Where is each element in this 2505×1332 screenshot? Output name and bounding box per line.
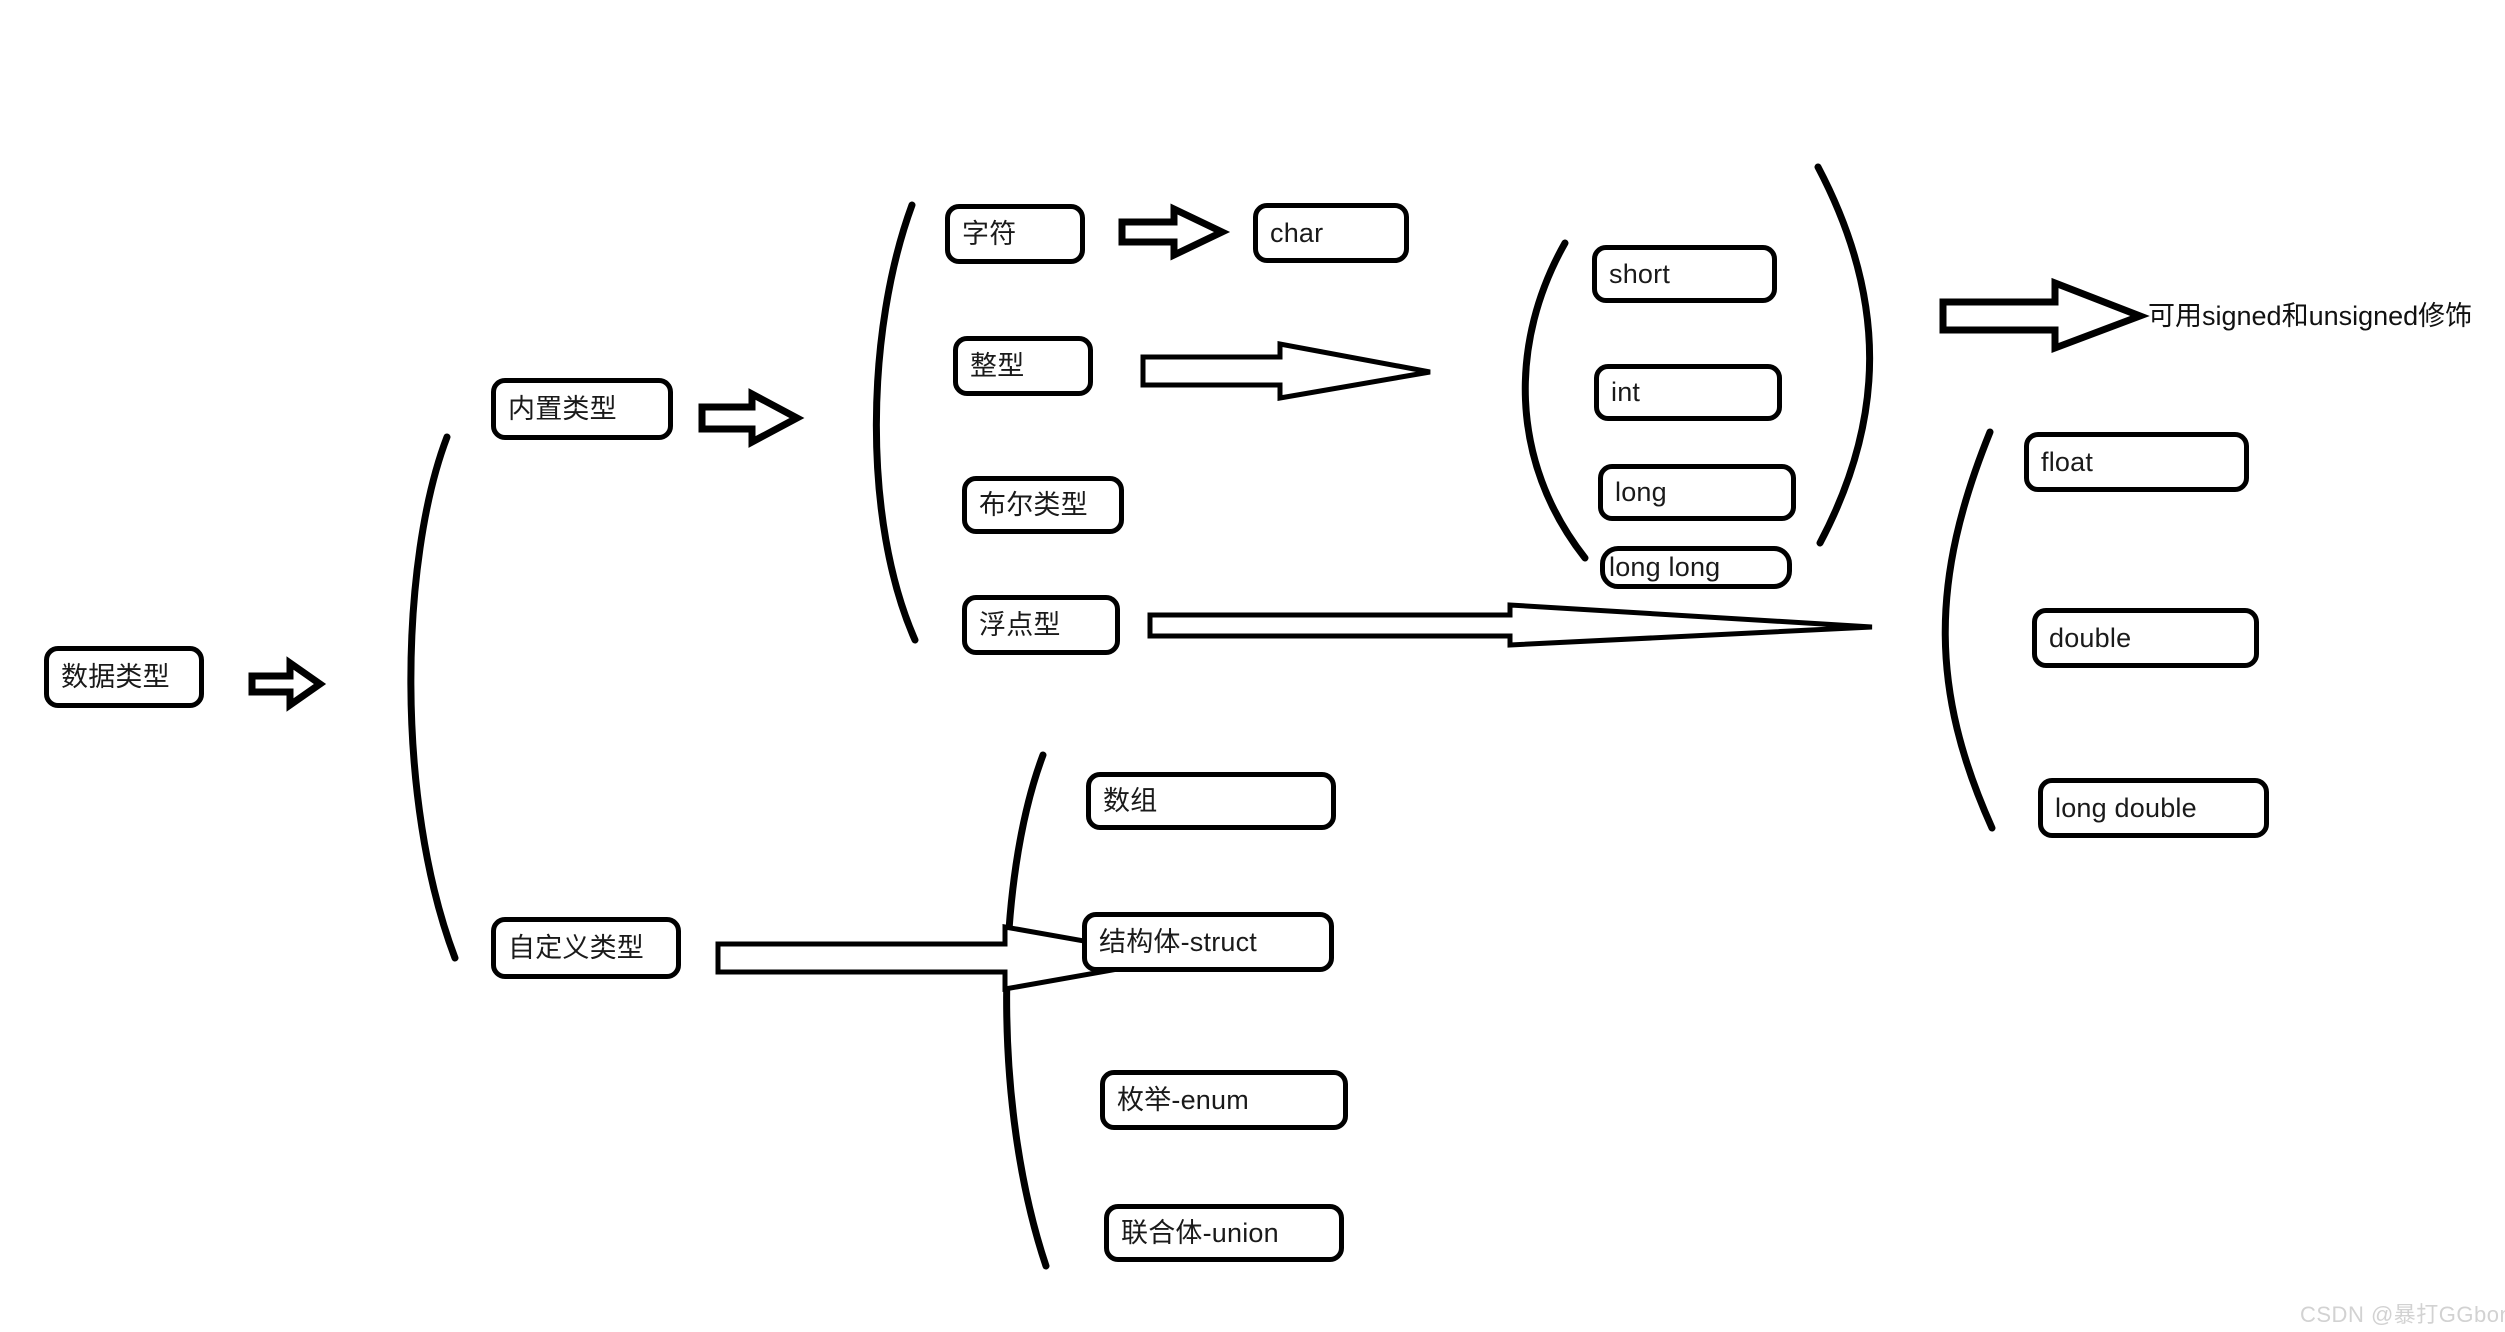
node-type-struct[interactable]: 结构体-struct bbox=[1082, 912, 1334, 972]
node-root-data-type[interactable]: 数据类型 bbox=[44, 646, 204, 708]
node-label: char bbox=[1270, 217, 1324, 248]
node-label: 整型 bbox=[970, 350, 1025, 381]
node-type-union[interactable]: 联合体-union bbox=[1104, 1204, 1344, 1262]
node-type-array[interactable]: 数组 bbox=[1086, 772, 1336, 830]
node-label: 自定义类型 bbox=[508, 932, 644, 963]
node-type-int[interactable]: int bbox=[1594, 364, 1782, 421]
node-label: 数据类型 bbox=[61, 661, 170, 692]
node-type-long-double[interactable]: long double bbox=[2038, 778, 2269, 838]
node-label: int bbox=[1611, 377, 1641, 407]
node-label: 布尔类型 bbox=[979, 489, 1088, 520]
csdn-watermark: CSDN @暴打GGbond bbox=[2300, 1302, 2505, 1327]
node-builtin-type[interactable]: 内置类型 bbox=[491, 378, 673, 440]
node-label: 联合体-union bbox=[1121, 1217, 1279, 1248]
brace-builtin bbox=[872, 201, 919, 644]
node-type-double[interactable]: double bbox=[2032, 608, 2259, 668]
node-label: 内置类型 bbox=[508, 393, 617, 424]
node-label: long long bbox=[1609, 552, 1721, 582]
arrow-builtin bbox=[698, 388, 805, 448]
node-label: 枚举-enum bbox=[1117, 1084, 1249, 1115]
node-type-char[interactable]: char bbox=[1253, 203, 1409, 263]
node-type-float[interactable]: float bbox=[2024, 432, 2249, 492]
node-type-short[interactable]: short bbox=[1592, 245, 1777, 303]
node-custom-type[interactable]: 自定义类型 bbox=[491, 917, 681, 979]
node-type-long[interactable]: long bbox=[1598, 464, 1796, 521]
node-category-integer[interactable]: 整型 bbox=[953, 336, 1093, 396]
node-label: 浮点型 bbox=[979, 609, 1061, 640]
node-label: 数组 bbox=[1103, 785, 1158, 816]
node-category-float[interactable]: 浮点型 bbox=[962, 595, 1120, 655]
arrow-integer-note bbox=[1939, 277, 2150, 354]
brace-float-left bbox=[1941, 428, 1996, 832]
node-label: short bbox=[1609, 258, 1671, 289]
brace-integer-left bbox=[1521, 239, 1589, 562]
arrow-integer bbox=[1140, 340, 1431, 401]
node-category-character[interactable]: 字符 bbox=[945, 204, 1085, 264]
arrow-root bbox=[248, 656, 327, 712]
node-label: long bbox=[1615, 477, 1667, 507]
node-label: 结构体-struct bbox=[1099, 926, 1258, 957]
brace-root bbox=[407, 433, 459, 962]
node-label: double bbox=[2049, 622, 2132, 653]
arrow-float bbox=[1147, 602, 1873, 648]
node-label: 字符 bbox=[962, 218, 1017, 249]
node-type-long-long[interactable]: long long bbox=[1600, 546, 1792, 589]
brace-integer-right bbox=[1814, 163, 1874, 547]
node-type-enum[interactable]: 枚举-enum bbox=[1100, 1070, 1348, 1130]
brace-custom bbox=[1003, 751, 1050, 1270]
node-category-boolean[interactable]: 布尔类型 bbox=[962, 476, 1124, 534]
node-label: long double bbox=[2055, 792, 2197, 823]
arrow-char bbox=[1118, 203, 1231, 261]
note-signed-unsigned: 可用signed和unsigned修饰 bbox=[2148, 301, 2473, 331]
node-label: float bbox=[2041, 446, 2094, 477]
diagram-canvas: 数据类型 内置类型 自定义类型 字符 整型 布尔类型 浮点型 char shor… bbox=[0, 0, 2505, 1332]
